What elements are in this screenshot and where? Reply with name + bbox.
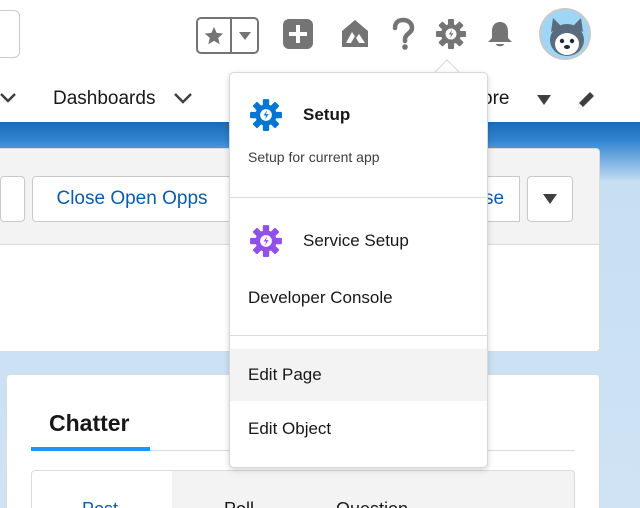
menu-divider: [230, 197, 487, 198]
menu-item-edit-object[interactable]: Edit Object: [230, 405, 487, 453]
service-setup-label: Service Setup: [303, 231, 409, 250]
star-icon: [204, 26, 224, 44]
menu-item-developer-console[interactable]: Developer Console: [230, 281, 487, 315]
setup-gear-icon: [250, 99, 282, 131]
global-search-input[interactable]: [0, 10, 20, 58]
action-button-truncated-left[interactable]: [0, 176, 25, 222]
bell-icon: [488, 22, 512, 47]
help-button[interactable]: [386, 17, 420, 51]
trailhead-button[interactable]: [338, 17, 372, 51]
nav-item-dashboards[interactable]: Dashboards: [53, 88, 155, 110]
chevron-down-icon[interactable]: [0, 90, 16, 106]
add-icon: [283, 19, 313, 49]
publisher-tab-post[interactable]: Post: [82, 499, 118, 508]
favorites-button-group: [196, 17, 259, 54]
menu-divider: [230, 335, 487, 336]
more-caret-down-icon[interactable]: [536, 94, 552, 106]
menu-item-setup[interactable]: Setup: [249, 97, 350, 133]
menu-item-service-setup[interactable]: Service Setup: [249, 223, 409, 259]
menu-item-edit-page[interactable]: Edit Page: [230, 349, 487, 401]
pencil-icon[interactable]: [575, 89, 597, 111]
publisher-tab-question[interactable]: Question: [336, 499, 408, 508]
tab-chatter[interactable]: Chatter: [49, 410, 130, 437]
setup-dropdown-menu: Setup Setup for current app Service Setu…: [229, 72, 488, 468]
edit-object-label: Edit Object: [248, 419, 332, 438]
user-profile-avatar[interactable]: [539, 8, 591, 60]
publisher-tab-poll[interactable]: Poll: [224, 499, 254, 508]
trailhead-mountain-icon: [342, 20, 368, 47]
caret-down-icon: [238, 31, 251, 40]
active-tab-indicator: [31, 447, 150, 451]
user-avatar-icon: [541, 10, 589, 58]
developer-console-label: Developer Console: [248, 288, 393, 307]
favorites-menu-button[interactable]: [232, 19, 257, 52]
more-actions-button[interactable]: [527, 176, 573, 222]
setup-title: Setup: [303, 105, 351, 124]
notifications-button[interactable]: [483, 17, 517, 51]
chatter-publisher: Post Poll Question: [31, 470, 575, 508]
global-header: [0, 0, 640, 70]
global-actions-add-button[interactable]: [281, 17, 315, 51]
setup-subtitle: Setup for current app: [248, 149, 380, 165]
caret-down-icon: [543, 194, 557, 204]
gear-icon: [436, 19, 466, 49]
service-setup-gear-icon: [250, 225, 282, 257]
dashboards-chevron-down-icon[interactable]: [174, 90, 192, 106]
help-question-icon: [392, 17, 415, 50]
edit-page-label: Edit Page: [248, 365, 322, 384]
favorites-star-button[interactable]: [198, 19, 232, 52]
close-open-opps-button[interactable]: Close Open Opps: [32, 176, 232, 222]
setup-gear-button[interactable]: [434, 17, 468, 51]
